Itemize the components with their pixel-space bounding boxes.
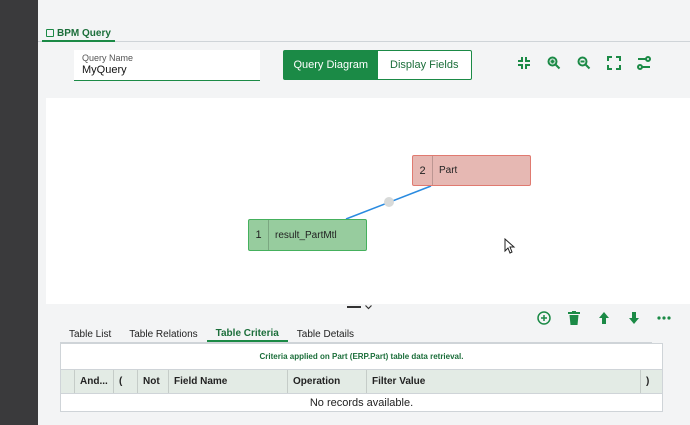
bpm-query-window: BPM Query Query Name MyQuery Query Diagr… (38, 0, 690, 425)
criteria-message: Criteria applied on Part (ERP.Part) tabl… (61, 344, 662, 370)
zoom-in-icon[interactable] (546, 55, 562, 71)
no-records-message: No records available. (309, 397, 414, 409)
arrow-down-icon[interactable] (626, 310, 642, 326)
display-fields-button[interactable]: Display Fields (378, 51, 472, 79)
tab-table-relations[interactable]: Table Relations (120, 326, 206, 342)
tab-label: BPM Query (57, 27, 111, 39)
mouse-cursor-icon (504, 238, 516, 254)
criteria-tabs: Table List Table Relations Table Criteri… (60, 326, 652, 343)
table-criteria-panel: Criteria applied on Part (ERP.Part) tabl… (60, 343, 663, 412)
zoom-out-icon[interactable] (576, 55, 592, 71)
auto-layout-icon[interactable] (636, 55, 652, 71)
add-icon[interactable] (536, 310, 552, 326)
tab-bpm-query[interactable]: BPM Query (42, 26, 115, 42)
row-selector-header (61, 370, 75, 393)
tab-table-list[interactable]: Table List (60, 326, 120, 342)
query-name-input[interactable]: MyQuery (82, 64, 252, 76)
left-sidebar (0, 0, 38, 425)
criteria-actions (536, 310, 672, 326)
fit-to-screen-icon[interactable] (606, 55, 622, 71)
column-header-field-name[interactable]: Field Name (169, 370, 288, 393)
node-index: 2 (413, 156, 433, 185)
query-diagram-button[interactable]: Query Diagram (284, 51, 378, 79)
query-icon (46, 29, 54, 37)
column-header-and[interactable]: And... (75, 370, 114, 393)
tab-table-details[interactable]: Table Details (288, 326, 363, 342)
query-name-field[interactable]: Query Name MyQuery (74, 50, 260, 81)
column-header-open-paren[interactable]: ( (114, 370, 138, 393)
column-header-operation[interactable]: Operation (288, 370, 367, 393)
query-diagram-canvas[interactable]: 2 Part 1 result_PartMtl (46, 98, 690, 304)
column-header-close-paren[interactable]: ) (641, 370, 662, 393)
collapse-icon[interactable] (516, 55, 532, 71)
chevron-down-icon[interactable] (365, 304, 372, 310)
diagram-toolbar (516, 55, 652, 71)
tab-table-criteria[interactable]: Table Criteria (206, 326, 288, 342)
column-header-not[interactable]: Not (138, 370, 169, 393)
query-name-label: Query Name (82, 53, 134, 63)
panel-splitter[interactable] (347, 303, 373, 311)
relation-link (345, 185, 432, 220)
relation-handle[interactable] (384, 197, 394, 207)
criteria-grid-header: And... ( Not Field Name Operation Filter… (61, 370, 662, 394)
column-header-filter-value[interactable]: Filter Value (367, 370, 641, 393)
tab-strip: BPM Query (38, 24, 690, 42)
table-node-part[interactable]: 2 Part (412, 155, 531, 186)
view-toggle: Query Diagram Display Fields (283, 50, 472, 80)
node-name: result_PartMtl (275, 229, 337, 241)
arrow-up-icon[interactable] (596, 310, 612, 326)
delete-icon[interactable] (566, 310, 582, 326)
table-node-result-partmtl[interactable]: 1 result_PartMtl (248, 219, 367, 251)
more-icon[interactable] (656, 310, 672, 326)
splitter-handle (347, 306, 361, 308)
node-name: Part (439, 165, 458, 176)
node-index: 1 (249, 220, 269, 250)
